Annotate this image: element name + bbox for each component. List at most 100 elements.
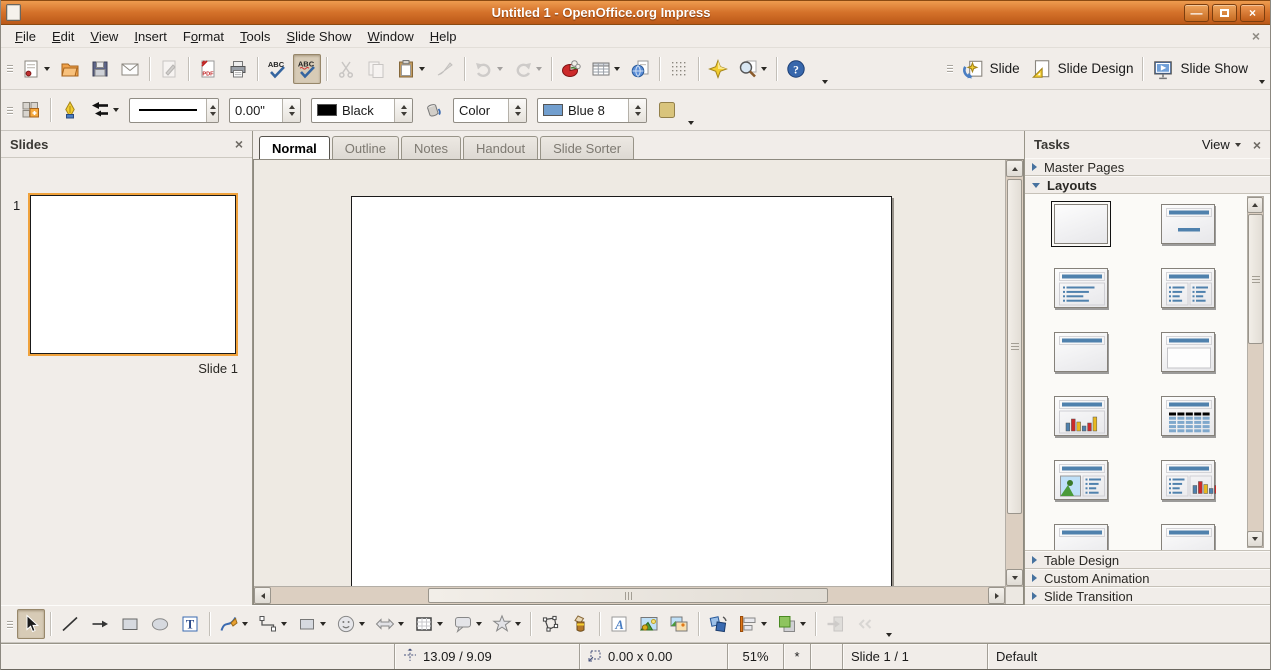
close-button[interactable]: × — [1240, 4, 1265, 22]
layout-cutoff-2[interactable] — [1161, 524, 1215, 551]
dropdown-arrow-icon[interactable] — [614, 67, 620, 71]
block-arrows-button[interactable] — [371, 609, 408, 639]
zoom-level-cell[interactable]: 51% — [727, 644, 783, 669]
spin-buttons-icon[interactable] — [508, 99, 526, 122]
toolbar-grip[interactable] — [5, 48, 14, 89]
rotate-button[interactable] — [704, 609, 732, 639]
connector-button[interactable] — [254, 609, 291, 639]
dropdown-arrow-icon[interactable] — [536, 67, 542, 71]
scroll-right-icon[interactable] — [988, 587, 1005, 604]
help-button[interactable]: ? — [782, 54, 810, 84]
slide-design-button[interactable]: Slide Design — [1026, 54, 1138, 84]
flowchart-button[interactable] — [410, 609, 447, 639]
dropdown-arrow-icon[interactable] — [515, 622, 521, 626]
horizontal-scrollbar[interactable] — [254, 586, 1005, 604]
dropdown-arrow-icon[interactable] — [359, 622, 365, 626]
dropdown-arrow-icon[interactable] — [761, 67, 767, 71]
section-custom-animation[interactable]: Custom Animation — [1025, 569, 1270, 587]
dropdown-arrow-icon[interactable] — [281, 622, 287, 626]
area-dialog-button[interactable] — [419, 95, 447, 125]
dropdown-arrow-icon[interactable] — [44, 67, 50, 71]
tasks-panel-close-icon[interactable]: × — [1253, 137, 1261, 153]
layout-title-slide[interactable] — [1161, 204, 1215, 244]
paste-button[interactable] — [392, 54, 429, 84]
layout-title-chart[interactable] — [1054, 396, 1108, 436]
export-pdf-button[interactable]: PDF — [194, 54, 222, 84]
menu-help[interactable]: Help — [422, 26, 465, 47]
dropdown-arrow-icon[interactable] — [398, 622, 404, 626]
menu-insert[interactable]: Insert — [126, 26, 175, 47]
slides-panel-close-icon[interactable]: × — [235, 136, 243, 152]
toolbar-grip[interactable] — [946, 48, 955, 89]
area-style-select[interactable]: Color — [453, 98, 527, 123]
new-button[interactable] — [17, 54, 54, 84]
layouts-scrollbar[interactable] — [1247, 196, 1264, 548]
scroll-up-icon[interactable] — [1006, 160, 1023, 177]
area-color-select[interactable]: Blue 8 — [537, 98, 647, 123]
spin-buttons-icon[interactable] — [282, 99, 300, 122]
menu-format[interactable]: Format — [175, 26, 232, 47]
document-close-icon[interactable]: × — [1252, 28, 1260, 44]
menu-window[interactable]: Window — [359, 26, 421, 47]
section-slide-transition[interactable]: Slide Transition — [1025, 587, 1270, 605]
vertical-scrollbar[interactable] — [1005, 160, 1023, 586]
tab-handout[interactable]: Handout — [463, 136, 538, 159]
zoom-button[interactable] — [734, 54, 771, 84]
print-button[interactable] — [224, 54, 252, 84]
layout-title-text-chart[interactable] — [1161, 460, 1215, 500]
dropdown-arrow-icon[interactable] — [419, 67, 425, 71]
symbol-shapes-button[interactable] — [332, 609, 369, 639]
spellcheck-button[interactable]: ABC — [263, 54, 291, 84]
arrange-button[interactable] — [773, 609, 810, 639]
template-cell[interactable]: Default — [987, 644, 1270, 669]
open-button[interactable] — [56, 54, 84, 84]
tab-notes[interactable]: Notes — [401, 136, 461, 159]
menu-view[interactable]: View — [82, 26, 126, 47]
slide-page[interactable] — [351, 196, 892, 603]
save-button[interactable] — [86, 54, 114, 84]
spin-buttons-icon[interactable] — [394, 99, 412, 122]
section-layouts[interactable]: Layouts — [1025, 176, 1270, 194]
slide-show-button[interactable]: Slide Show — [1148, 54, 1252, 84]
line-color-select[interactable]: Black — [311, 98, 413, 123]
tasks-view-button[interactable]: View — [1202, 137, 1241, 152]
toolbar-overflow-button[interactable] — [1253, 48, 1268, 89]
curve-button[interactable] — [215, 609, 252, 639]
spin-buttons-icon[interactable] — [206, 99, 218, 122]
layout-title-only[interactable] — [1054, 332, 1108, 372]
email-button[interactable] — [116, 54, 144, 84]
tab-normal[interactable]: Normal — [259, 136, 330, 159]
layout-title-frame[interactable] — [1161, 332, 1215, 372]
dropdown-arrow-icon[interactable] — [113, 108, 119, 112]
line-dialog-button[interactable] — [56, 95, 84, 125]
section-table-design[interactable]: Table Design — [1025, 551, 1270, 569]
arrow-style-button[interactable] — [86, 95, 123, 125]
fontwork-gallery-button[interactable]: A — [605, 609, 633, 639]
navigator-button[interactable] — [704, 54, 732, 84]
horizontal-scrollbar-thumb[interactable] — [428, 588, 828, 603]
menu-slide-show[interactable]: Slide Show — [278, 26, 359, 47]
callouts-button[interactable] — [449, 609, 486, 639]
alignment-button[interactable] — [734, 609, 771, 639]
scroll-down-icon[interactable] — [1006, 569, 1023, 586]
insert-picture-button[interactable] — [635, 609, 663, 639]
insert-table-button[interactable] — [587, 54, 624, 84]
layouts-scrollbar-thumb[interactable] — [1248, 214, 1263, 344]
layouts-scroll-up-icon[interactable] — [1247, 197, 1263, 213]
dropdown-arrow-icon[interactable] — [242, 622, 248, 626]
line-ends-arrow-button[interactable] — [86, 609, 114, 639]
layout-title-clipart-text[interactable] — [1054, 460, 1108, 500]
menu-edit[interactable]: Edit — [44, 26, 82, 47]
select-button[interactable] — [17, 609, 45, 639]
insert-chart-button[interactable] — [557, 54, 585, 84]
menu-tools[interactable]: Tools — [232, 26, 278, 47]
dropdown-arrow-icon[interactable] — [800, 622, 806, 626]
toolbar-overflow-button[interactable] — [816, 48, 831, 89]
spin-buttons-icon[interactable] — [628, 99, 646, 122]
insert-slide-button[interactable]: Slide — [958, 54, 1024, 84]
scroll-left-icon[interactable] — [254, 587, 271, 604]
gallery-button[interactable] — [665, 609, 693, 639]
styles-and-formatting-button[interactable] — [17, 95, 45, 125]
glue-points-button[interactable] — [566, 609, 594, 639]
hyperlink-button[interactable] — [626, 54, 654, 84]
